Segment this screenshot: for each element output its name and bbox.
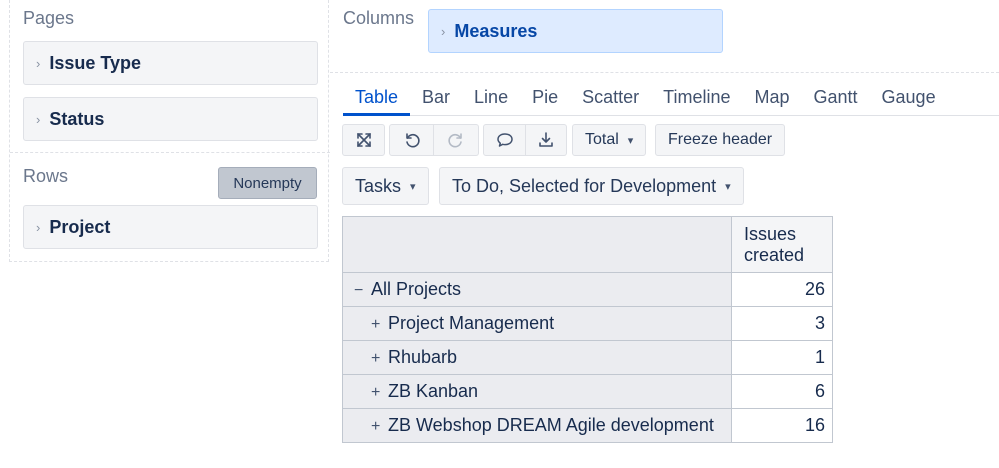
fullscreen-icon xyxy=(356,133,371,147)
table-row: + ZB Kanban 6 xyxy=(342,374,833,409)
chevron-right-icon: › xyxy=(36,55,41,71)
table-header-row: Issues created xyxy=(342,216,833,273)
row-header-all-projects[interactable]: − All Projects xyxy=(342,272,732,307)
value-cell: 26 xyxy=(731,272,833,307)
total-label: Total xyxy=(585,131,619,148)
value-cell: 16 xyxy=(731,408,833,443)
pill-label: Status xyxy=(49,108,105,129)
rows-item-project[interactable]: › Project xyxy=(23,205,318,249)
nonempty-button[interactable]: Nonempty xyxy=(218,167,317,199)
rows-label: Rows xyxy=(23,166,69,186)
export-button[interactable] xyxy=(526,124,567,156)
status-filter-dropdown[interactable]: To Do, Selected for Development ▾ xyxy=(439,167,744,205)
tab-gauge[interactable]: Gauge xyxy=(870,80,948,116)
row-header-zb-kanban[interactable]: + ZB Kanban xyxy=(342,374,732,409)
tab-scatter[interactable]: Scatter xyxy=(570,80,651,116)
value-cell: 1 xyxy=(731,340,833,375)
columns-item-measures[interactable]: › Measures xyxy=(428,9,723,53)
column-header-issues-created[interactable]: Issues created xyxy=(731,216,833,273)
tab-gantt[interactable]: Gantt xyxy=(802,80,870,116)
row-label: All Projects xyxy=(371,279,462,299)
measure-filter-label: Tasks xyxy=(355,175,402,196)
value-cell: 6 xyxy=(731,374,833,409)
measure-filter-dropdown[interactable]: Tasks ▾ xyxy=(342,167,429,205)
chevron-right-icon: › xyxy=(36,219,41,235)
report-table: Issues created − All Projects 26 + Project … xyxy=(342,216,833,443)
undo-icon xyxy=(405,133,420,148)
status-filter-label: To Do, Selected for Development xyxy=(452,175,717,196)
total-dropdown[interactable]: Total ▾ xyxy=(572,124,647,156)
chevron-down-icon: ▾ xyxy=(627,134,634,147)
toolbar-group-actions xyxy=(483,124,567,156)
toolbar-group-history xyxy=(389,124,479,156)
redo-button[interactable] xyxy=(434,124,479,156)
row-label: Project Management xyxy=(388,313,555,333)
toolbar-group-fullscreen xyxy=(342,124,385,156)
comment-button[interactable] xyxy=(483,124,526,156)
row-header-rhubarb[interactable]: + Rhubarb xyxy=(342,340,732,375)
left-panel: Pages › Issue Type › Status Rows Nonempt… xyxy=(9,0,330,262)
table-row: + Project Management 3 xyxy=(342,306,833,341)
pill-label: Issue Type xyxy=(49,52,142,73)
pill-label: Measures xyxy=(454,20,538,41)
columns-label: Columns xyxy=(343,8,415,28)
comment-icon xyxy=(496,133,513,147)
tab-bar[interactable]: Bar xyxy=(410,80,462,116)
row-header-project-management[interactable]: + Project Management xyxy=(342,306,732,341)
tab-timeline[interactable]: Timeline xyxy=(651,80,742,116)
expand-icon[interactable]: + xyxy=(371,350,385,368)
expand-icon[interactable]: + xyxy=(371,418,385,436)
tab-pie[interactable]: Pie xyxy=(520,80,570,116)
chevron-down-icon: ▾ xyxy=(410,180,416,193)
chevron-right-icon: › xyxy=(36,111,41,127)
export-icon xyxy=(539,132,553,147)
section-divider xyxy=(10,152,330,153)
pages-item-status[interactable]: › Status xyxy=(23,97,318,141)
row-label: Rhubarb xyxy=(388,347,458,367)
column-header-line: created xyxy=(744,245,805,265)
chevron-down-icon: ▾ xyxy=(725,180,731,193)
expand-icon[interactable]: + xyxy=(371,316,385,334)
section-divider xyxy=(330,72,999,73)
row-header-zb-webshop[interactable]: + ZB Webshop DREAM Agile development xyxy=(342,408,732,443)
freeze-header-button[interactable]: Freeze header xyxy=(655,124,786,156)
chevron-right-icon: › xyxy=(441,23,446,39)
pages-label: Pages xyxy=(23,8,75,28)
undo-button[interactable] xyxy=(389,124,434,156)
row-label: ZB Webshop DREAM Agile development xyxy=(388,415,714,435)
tab-table[interactable]: Table xyxy=(343,80,411,116)
value-cell: 3 xyxy=(731,306,833,341)
tab-line[interactable]: Line xyxy=(462,80,520,116)
pages-item-issue-type[interactable]: › Issue Type xyxy=(23,41,318,85)
tab-map[interactable]: Map xyxy=(742,80,801,116)
redo-icon xyxy=(448,133,462,148)
table-row: + Rhubarb 1 xyxy=(342,340,833,375)
fullscreen-button[interactable] xyxy=(342,124,385,156)
pill-label: Project xyxy=(49,216,111,237)
collapse-icon[interactable]: − xyxy=(354,282,368,300)
row-label: ZB Kanban xyxy=(388,381,479,401)
corner-cell xyxy=(342,216,732,273)
table-row: − All Projects 26 xyxy=(342,272,833,307)
column-header-line: Issues xyxy=(744,224,797,244)
view-tabs: Table Bar Line Pie Scatter Timeline Map … xyxy=(343,80,999,116)
table-row: + ZB Webshop DREAM Agile development 16 xyxy=(342,408,833,443)
expand-icon[interactable]: + xyxy=(371,384,385,402)
